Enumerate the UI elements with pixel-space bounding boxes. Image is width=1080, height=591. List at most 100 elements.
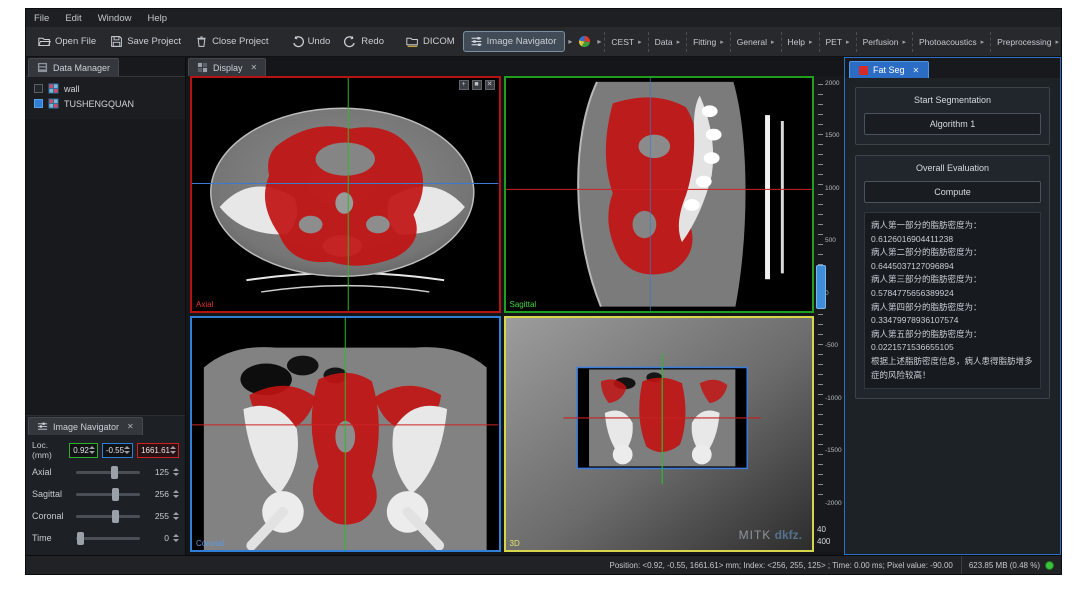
undo-icon xyxy=(291,35,304,48)
fullscreen-icon[interactable]: ✕ xyxy=(485,80,495,90)
spinner-arrows-icon[interactable] xyxy=(173,490,179,498)
tab-display[interactable]: Display ✕ xyxy=(188,58,266,76)
view-menu-item[interactable]: Preprocessing ▸ xyxy=(990,32,1061,52)
slider-handle[interactable] xyxy=(112,488,119,501)
slider-handle[interactable] xyxy=(111,466,118,479)
close-icon[interactable]: ✕ xyxy=(913,66,920,75)
close-icon[interactable]: ✕ xyxy=(251,63,258,72)
open-file-button[interactable]: Open File xyxy=(32,32,104,51)
memory-text: 623.85 MB (0.48 %) xyxy=(969,561,1040,570)
visibility-checkbox[interactable] xyxy=(34,99,43,108)
spinner-arrows-icon[interactable] xyxy=(173,534,179,542)
data-node-row[interactable]: wall xyxy=(28,81,183,96)
sagittal-ct-image xyxy=(506,78,813,311)
tab-image-navigator[interactable]: Image Navigator ✕ xyxy=(28,417,143,435)
close-icon[interactable]: ✕ xyxy=(127,422,134,431)
view-menu-item[interactable]: CEST ▸ xyxy=(604,32,647,52)
data-manager-tree: wall TUSHENGQUAN xyxy=(26,76,185,119)
scale-label: 1500 xyxy=(825,133,844,140)
window-value: 400 xyxy=(817,536,830,548)
view-perspective-button[interactable] xyxy=(575,33,594,50)
slice-slider-row: Sagittal 256 xyxy=(30,483,181,505)
level-window-handle[interactable] xyxy=(816,265,826,309)
view-menu-item[interactable]: Fitting ▸ xyxy=(686,32,730,52)
view-menu-list: CEST ▸ Data ▸ Fitting ▸ General ▸ Help ▸… xyxy=(604,32,1061,52)
status-bar: Position: <0.92, -0.55, 1661.61> mm; Ind… xyxy=(26,555,1061,574)
slice-slider[interactable] xyxy=(76,493,140,496)
chevron-right-icon: ▸ xyxy=(720,38,724,46)
undo-button[interactable]: Undo xyxy=(285,32,339,51)
spinner-arrows-icon[interactable] xyxy=(173,512,179,520)
view-menu-item[interactable]: Data ▸ xyxy=(648,32,686,52)
slider-handle[interactable] xyxy=(77,532,84,545)
crosshair-menu-icon[interactable]: + xyxy=(459,80,469,90)
coronal-view[interactable]: Coronal xyxy=(190,316,501,553)
toolbar-overflow-arrow[interactable]: ▸ xyxy=(594,37,604,46)
level-window-values: 40 400 xyxy=(817,524,830,548)
location-row: Loc. (mm) 0.92 -0.55 1661.61 xyxy=(30,439,181,461)
slider-label: Axial xyxy=(32,467,74,477)
tab-fat-seg[interactable]: Fat Seg ✕ xyxy=(849,61,929,78)
spinner-arrows-icon[interactable] xyxy=(170,446,176,454)
slice-slider[interactable] xyxy=(76,537,140,540)
axial-ct-image xyxy=(192,78,499,311)
chevron-right-icon: ▸ xyxy=(771,38,775,46)
chevron-right-icon: ▸ xyxy=(809,38,813,46)
sagittal-view[interactable]: Sagittal xyxy=(504,76,815,313)
display-tab-icon xyxy=(197,62,208,73)
scale-label: 2000 xyxy=(825,81,844,88)
toolbar-overflow-arrow[interactable]: ▸ xyxy=(565,37,575,46)
result-line: 病人第一部分的脂肪密度为：0.6126016904411238 xyxy=(871,219,1034,246)
view-menu-item[interactable]: Help ▸ xyxy=(781,32,819,52)
memory-indicator: 623.85 MB (0.48 %) xyxy=(961,556,1061,574)
location-x-spinbox[interactable]: 0.92 xyxy=(69,443,98,458)
evaluation-results: 病人第一部分的脂肪密度为：0.6126016904411238病人第二部分的脂肪… xyxy=(864,212,1041,389)
view-menu-item[interactable]: PET ▸ xyxy=(819,32,856,52)
save-project-button[interactable]: Save Project xyxy=(104,32,189,51)
fat-seg-icon xyxy=(859,66,868,75)
display-tabbar: Display ✕ xyxy=(186,57,844,76)
left-column: Data Manager wall TUSHENGQUAN xyxy=(26,57,186,555)
slider-label: Sagittal xyxy=(32,489,74,499)
spinner-arrows-icon[interactable] xyxy=(173,468,179,476)
menu-item[interactable]: Help xyxy=(147,13,167,24)
layout-menu-icon[interactable]: ■ xyxy=(472,80,482,90)
dicom-button[interactable]: DICOM xyxy=(400,32,463,51)
slice-slider[interactable] xyxy=(76,515,140,518)
location-y-spinbox[interactable]: -0.55 xyxy=(102,443,133,458)
spinner-arrows-icon[interactable] xyxy=(124,446,130,454)
toolbar: Open File Save Project Close Project Und… xyxy=(26,27,1061,57)
save-icon xyxy=(110,35,123,48)
data-node-row[interactable]: TUSHENGQUAN xyxy=(28,96,183,111)
view-menu-item[interactable]: Photoacoustics ▸ xyxy=(912,32,990,52)
chevron-right-icon: ▸ xyxy=(1056,38,1060,46)
visibility-checkbox[interactable] xyxy=(34,84,43,93)
spinner-arrows-icon[interactable] xyxy=(89,446,95,454)
axial-view[interactable]: + ■ ✕ Axial xyxy=(190,76,501,313)
display-area: Display ✕ xyxy=(186,57,844,555)
level-window-slider[interactable]: 2000150010005000-500-1000-1500-2000 xyxy=(814,84,844,504)
algorithm-1-button[interactable]: Algorithm 1 xyxy=(864,113,1041,135)
location-z-spinbox[interactable]: 1661.61 xyxy=(137,443,179,458)
view-menu-item[interactable]: General ▸ xyxy=(730,32,781,52)
menu-item[interactable]: Edit xyxy=(65,13,81,24)
image-navigator-body: Loc. (mm) 0.92 -0.55 1661.61 xyxy=(26,435,185,549)
view-menu-item[interactable]: Perfusion ▸ xyxy=(856,32,912,52)
close-project-button[interactable]: Close Project xyxy=(189,32,277,51)
threed-view[interactable]: MITK dkfz. 3D xyxy=(504,316,815,553)
redo-button[interactable]: Redo xyxy=(338,32,392,51)
tab-data-manager[interactable]: Data Manager xyxy=(28,58,119,76)
scale-label: 0 xyxy=(825,291,844,298)
dicom-folder-icon xyxy=(406,35,419,48)
slice-slider[interactable] xyxy=(76,471,140,474)
menu-item[interactable]: File xyxy=(34,13,49,24)
slider-handle[interactable] xyxy=(112,510,119,523)
image-navigator-button[interactable]: Image Navigator xyxy=(463,31,566,52)
slider-value: 255 xyxy=(147,511,169,521)
compute-button[interactable]: Compute xyxy=(864,181,1041,203)
menu-item[interactable]: Window xyxy=(98,13,132,24)
sliders-icon xyxy=(470,35,483,48)
slice-slider-row: Coronal 255 xyxy=(30,505,181,527)
start-segmentation-group: Start Segmentation Algorithm 1 xyxy=(855,87,1050,145)
scale-label: 1000 xyxy=(825,186,844,193)
